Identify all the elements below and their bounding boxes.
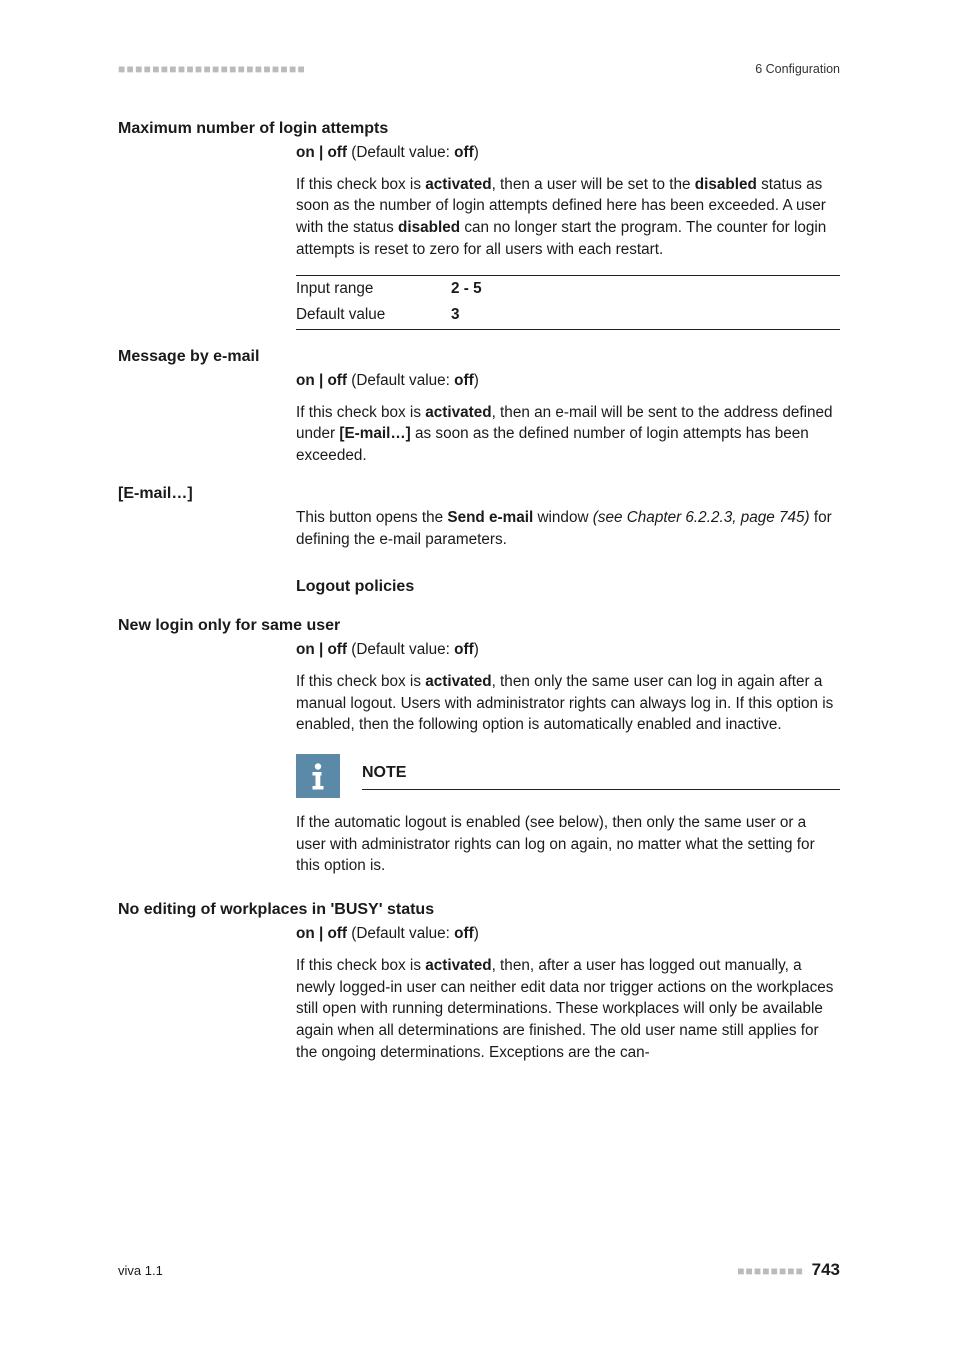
heading-same-user: New login only for same user (118, 617, 840, 635)
heading-msg-email: Message by e-mail (118, 348, 840, 366)
body-busy: on | off (Default value: off) If this ch… (296, 923, 840, 1063)
table-label: Default value (296, 302, 451, 329)
heading-logout-policies: Logout policies (296, 576, 840, 599)
body-msg-email: on | off (Default value: off) If this ch… (296, 370, 840, 467)
note-box: NOTE If the automatic logout is enabled … (296, 754, 840, 877)
heading-max-attempts: Maximum number of login attempts (118, 120, 840, 138)
table-value: 3 (451, 302, 840, 329)
opt-mid: (Default value: (347, 144, 454, 161)
opt-values: on | off (296, 641, 347, 658)
opt-post: ) (474, 144, 479, 161)
option-line: on | off (Default value: off) (296, 639, 840, 661)
opt-mid: (Default value: (347, 641, 454, 658)
input-range-table: Input range 2 - 5 Default value 3 (296, 275, 840, 330)
text-bold: Send e-mail (447, 509, 533, 526)
body-same-user: on | off (Default value: off) If this ch… (296, 639, 840, 877)
opt-values: on | off (296, 372, 347, 389)
paragraph: If this check box is activated, then, af… (296, 955, 840, 1064)
opt-default: off (454, 372, 474, 389)
heading-email-button: [E-mail…] (118, 485, 840, 503)
header-dots: ■■■■■■■■■■■■■■■■■■■■■■ (118, 62, 306, 76)
page-footer: viva 1.1 ■■■■■■■■ 743 (118, 1260, 840, 1280)
paragraph: If this check box is activated, then an … (296, 402, 840, 467)
text: window (533, 509, 593, 526)
page-header: ■■■■■■■■■■■■■■■■■■■■■■ 6 Configuration (118, 62, 840, 76)
text: If this check box is (296, 176, 425, 193)
text-italic: (see Chapter 6.2.2.3, page 745) (593, 509, 810, 526)
opt-mid: (Default value: (347, 372, 454, 389)
text-bold: disabled (695, 176, 757, 193)
table-value: 2 - 5 (451, 275, 840, 302)
option-line: on | off (Default value: off) (296, 370, 840, 392)
table-label: Input range (296, 275, 451, 302)
footer-left: viva 1.1 (118, 1263, 163, 1278)
text-bold: activated (425, 957, 491, 974)
opt-default: off (454, 641, 474, 658)
body-email-button: This button opens the Send e-mail window… (296, 507, 840, 550)
opt-post: ) (474, 641, 479, 658)
table-row: Input range 2 - 5 (296, 275, 840, 302)
note-head: NOTE (296, 754, 840, 798)
opt-values: on | off (296, 925, 347, 942)
footer-right: ■■■■■■■■ 743 (737, 1260, 840, 1280)
text-bold: activated (425, 176, 491, 193)
option-line: on | off (Default value: off) (296, 142, 840, 164)
text: This button opens the (296, 509, 447, 526)
option-line: on | off (Default value: off) (296, 923, 840, 945)
breadcrumb: 6 Configuration (755, 62, 840, 76)
text: If this check box is (296, 404, 425, 421)
info-icon (296, 754, 340, 798)
footer-dots: ■■■■■■■■ (737, 1264, 804, 1278)
note-title-wrap: NOTE (340, 754, 840, 798)
note-title: NOTE (362, 762, 840, 790)
note-body: If the automatic logout is enabled (see … (296, 812, 840, 877)
opt-post: ) (474, 925, 479, 942)
table-row: Default value 3 (296, 302, 840, 329)
body-max-attempts: on | off (Default value: off) If this ch… (296, 142, 840, 330)
opt-post: ) (474, 372, 479, 389)
text-bold: activated (425, 673, 491, 690)
text-bold: activated (425, 404, 491, 421)
text-bold: disabled (398, 219, 460, 236)
opt-values: on | off (296, 144, 347, 161)
text: If this check box is (296, 957, 425, 974)
text: , then a user will be set to the (492, 176, 695, 193)
page-number: 743 (812, 1260, 840, 1279)
paragraph: If this check box is activated, then onl… (296, 671, 840, 736)
opt-default: off (454, 925, 474, 942)
paragraph: If this check box is activated, then a u… (296, 174, 840, 261)
paragraph: This button opens the Send e-mail window… (296, 507, 840, 550)
text-bold: [E-mail…] (339, 425, 410, 442)
text: If this check box is (296, 673, 425, 690)
heading-busy: No editing of workplaces in 'BUSY' statu… (118, 901, 840, 919)
opt-mid: (Default value: (347, 925, 454, 942)
logout-policies-wrap: Logout policies (296, 576, 840, 599)
opt-default: off (454, 144, 474, 161)
